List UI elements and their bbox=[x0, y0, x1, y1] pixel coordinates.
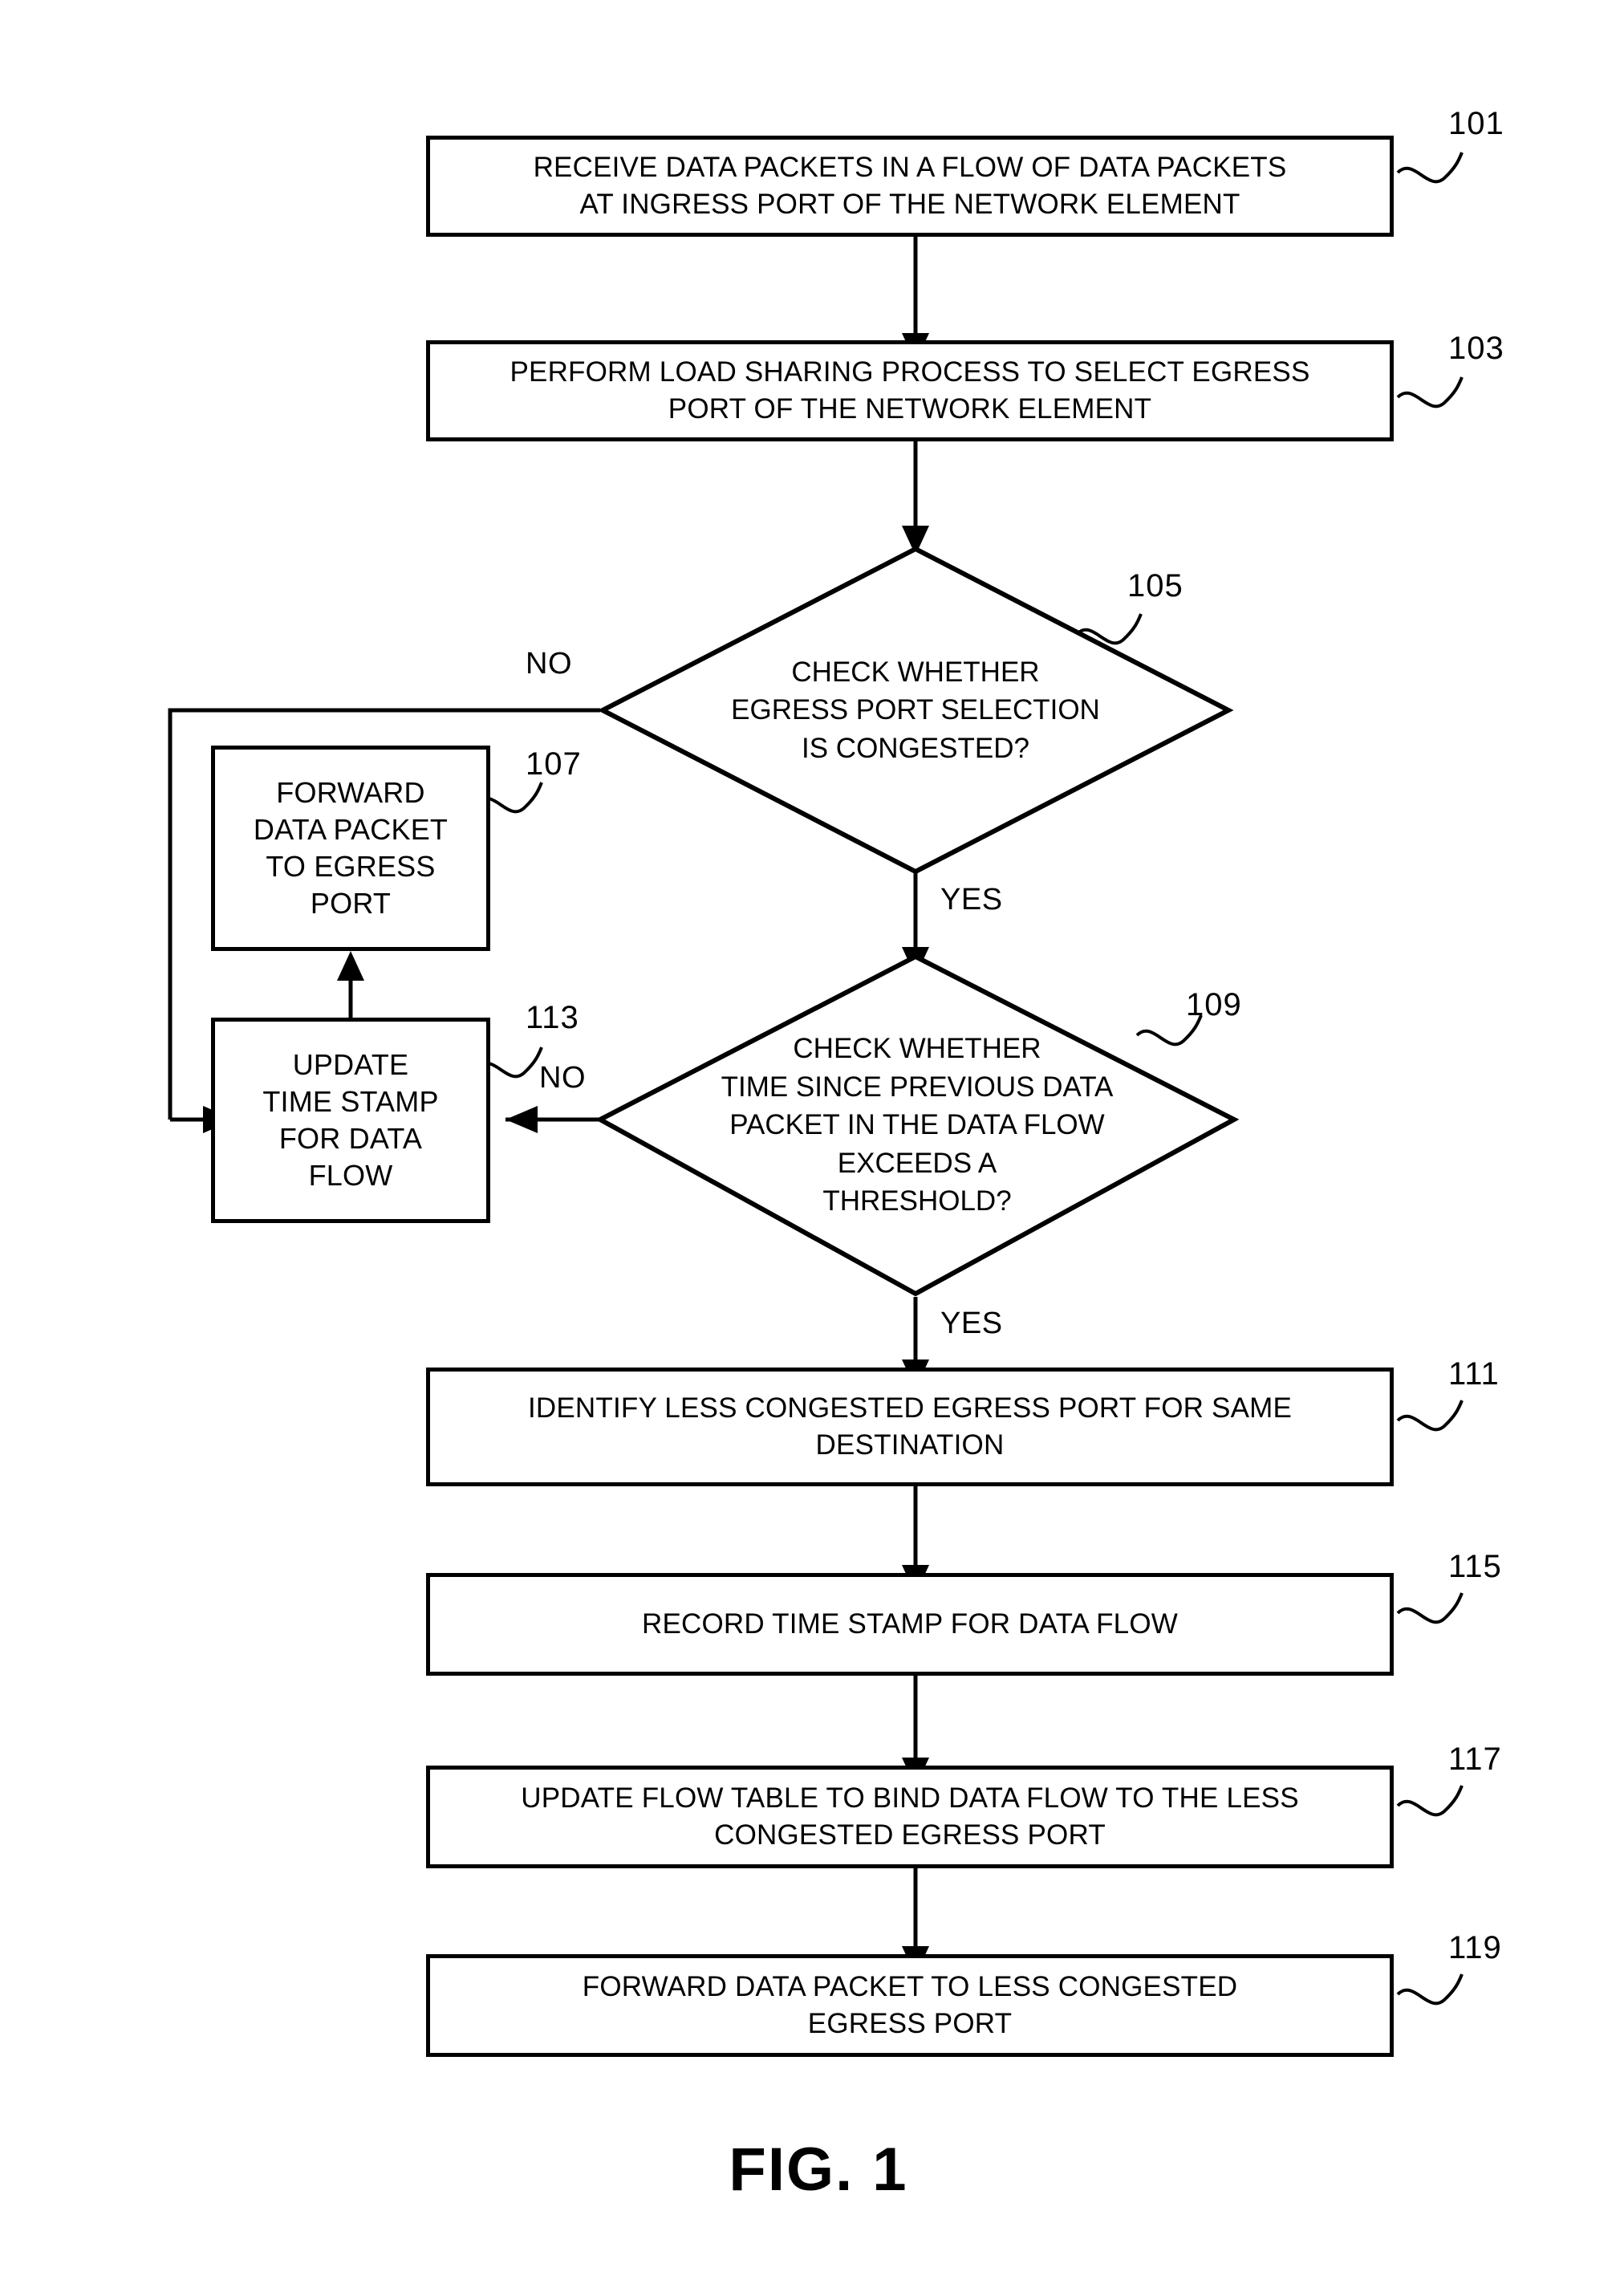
ref-numeral-109: 109 bbox=[1186, 987, 1242, 1022]
step-box-103-text: PERFORM LOAD SHARING PROCESS TO SELECT E… bbox=[510, 356, 1310, 425]
edge-label-yes-105: YES bbox=[940, 883, 1003, 916]
ref-numeral-117: 117 bbox=[1448, 1741, 1502, 1777]
edge-label-no-109: NO bbox=[539, 1061, 586, 1095]
figure-caption: FIG. 1 bbox=[729, 2136, 908, 2204]
diamond-109-outline bbox=[595, 953, 1240, 1297]
edge-label-yes-109: YES bbox=[940, 1307, 1003, 1340]
edge-label-no-105: NO bbox=[526, 647, 572, 681]
ref-numeral-101: 101 bbox=[1448, 106, 1504, 141]
step-box-103[interactable]: PERFORM LOAD SHARING PROCESS TO SELECT E… bbox=[426, 340, 1394, 441]
step-box-119-text: FORWARD DATA PACKET TO LESS CONGESTED EG… bbox=[582, 1970, 1238, 2039]
step-box-111-text: IDENTIFY LESS CONGESTED EGRESS PORT FOR … bbox=[527, 1392, 1293, 1461]
step-box-115[interactable]: RECORD TIME STAMP FOR DATA FLOW bbox=[426, 1573, 1394, 1676]
step-box-113-text: UPDATE TIME STAMP FOR DATA FLOW bbox=[262, 1047, 439, 1193]
step-box-101-text: RECEIVE DATA PACKETS IN A FLOW OF DATA P… bbox=[533, 151, 1287, 220]
step-box-101[interactable]: RECEIVE DATA PACKETS IN A FLOW OF DATA P… bbox=[426, 136, 1394, 237]
step-box-107-text: FORWARD DATA PACKET TO EGRESS PORT bbox=[253, 775, 449, 921]
ref-numeral-105: 105 bbox=[1127, 568, 1183, 604]
ref-numeral-115: 115 bbox=[1448, 1549, 1502, 1584]
step-box-113[interactable]: UPDATE TIME STAMP FOR DATA FLOW bbox=[211, 1018, 490, 1223]
ref-numeral-103: 103 bbox=[1448, 331, 1504, 366]
ref-numeral-107: 107 bbox=[526, 746, 582, 782]
ref-numeral-113: 113 bbox=[526, 1000, 579, 1035]
step-box-115-text: RECORD TIME STAMP FOR DATA FLOW bbox=[641, 1607, 1178, 1640]
step-box-117[interactable]: UPDATE FLOW TABLE TO BIND DATA FLOW TO T… bbox=[426, 1766, 1394, 1868]
step-box-107[interactable]: FORWARD DATA PACKET TO EGRESS PORT bbox=[211, 746, 490, 951]
ref-numeral-111: 111 bbox=[1448, 1356, 1500, 1392]
step-box-111[interactable]: IDENTIFY LESS CONGESTED EGRESS PORT FOR … bbox=[426, 1368, 1394, 1486]
patent-figure: RECEIVE DATA PACKETS IN A FLOW OF DATA P… bbox=[0, 0, 1624, 2280]
step-box-117-text: UPDATE FLOW TABLE TO BIND DATA FLOW TO T… bbox=[521, 1782, 1299, 1851]
ref-numeral-119: 119 bbox=[1448, 1930, 1502, 1965]
step-box-119[interactable]: FORWARD DATA PACKET TO LESS CONGESTED EG… bbox=[426, 1954, 1394, 2057]
